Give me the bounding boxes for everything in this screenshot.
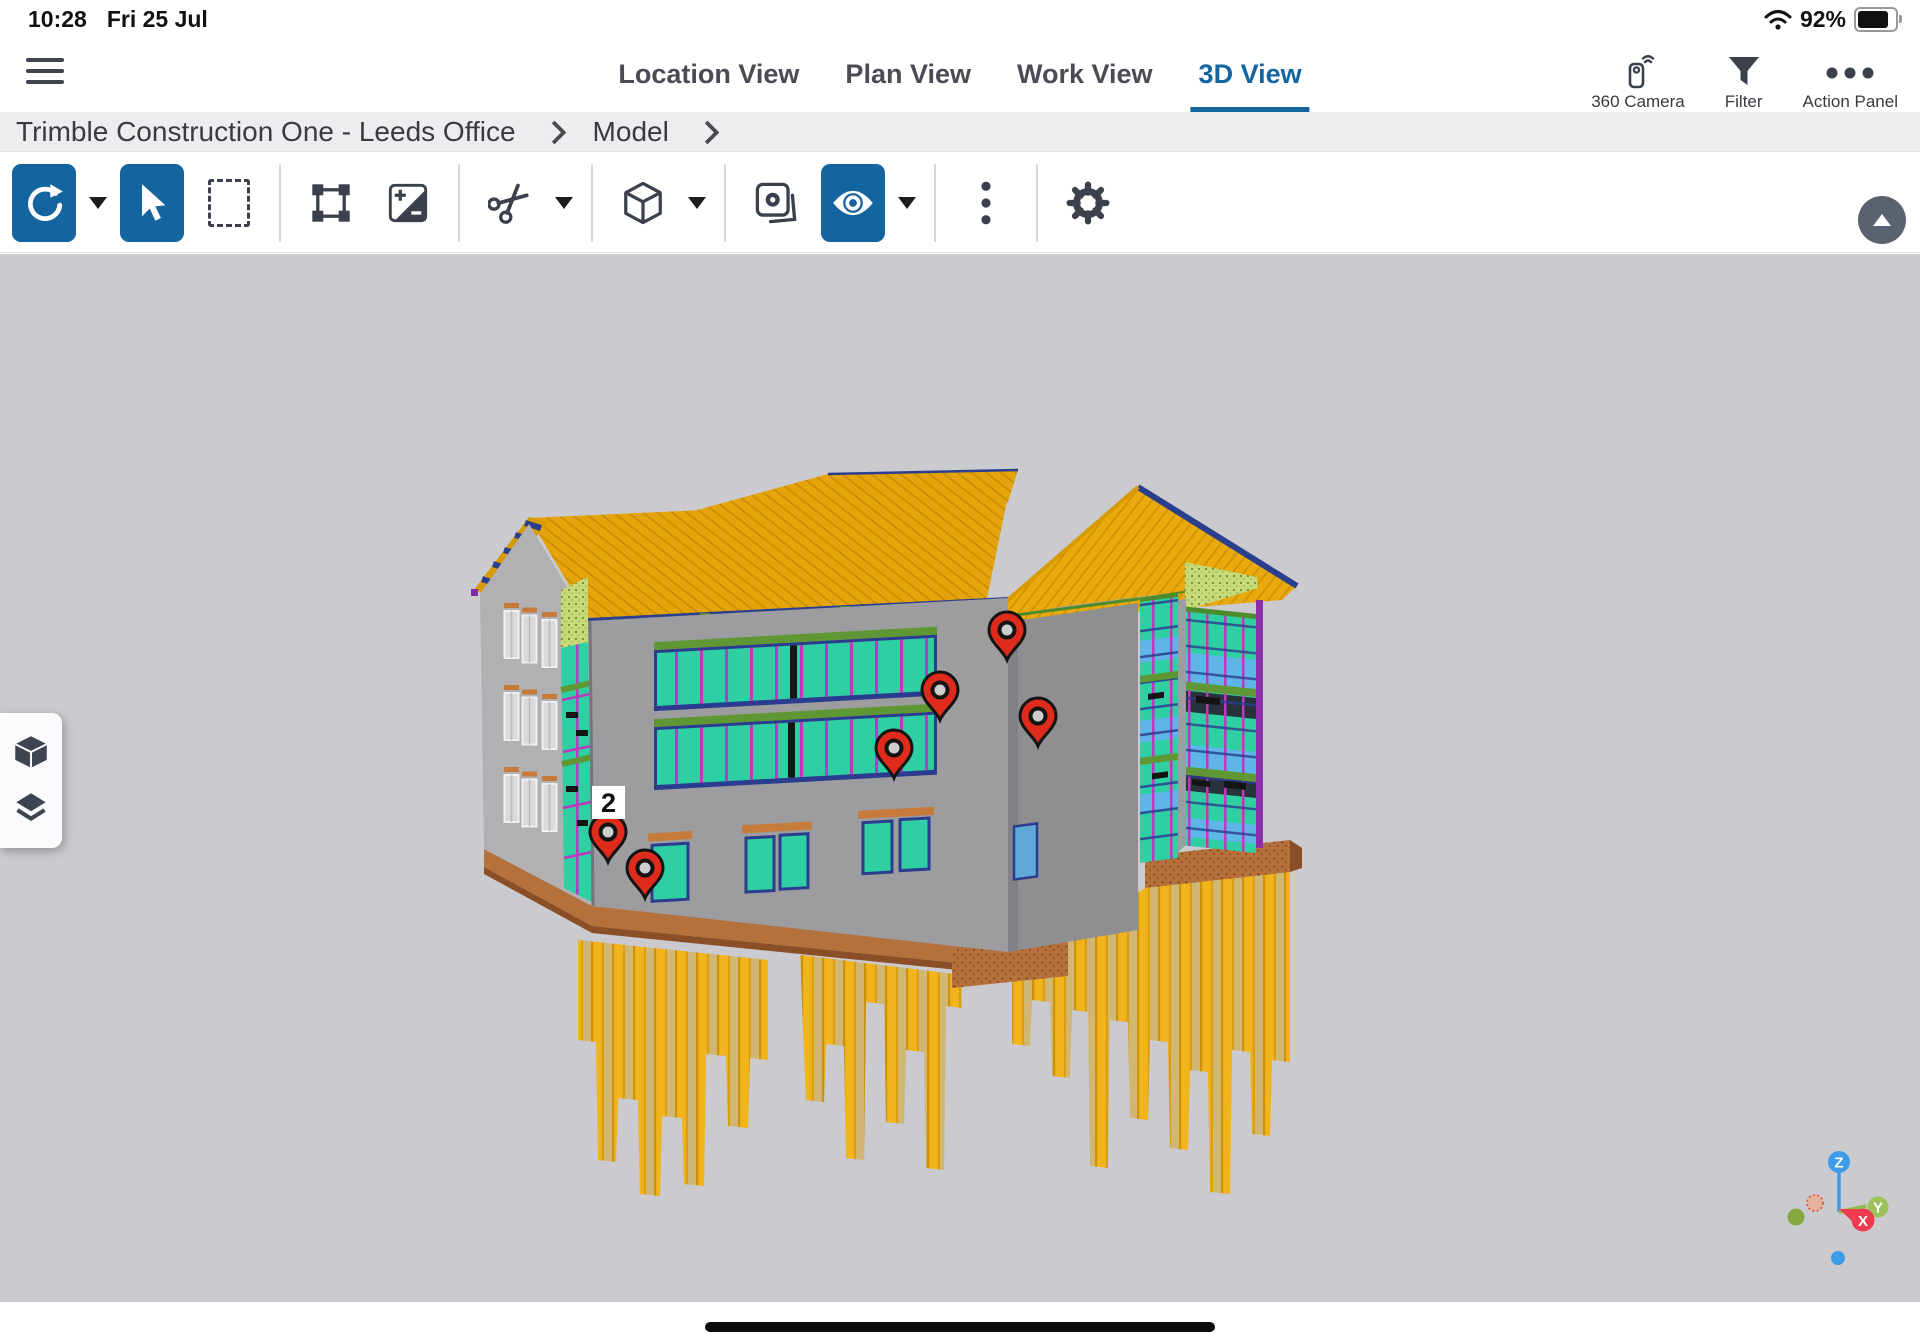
status-time: 10:28 [28, 6, 87, 33]
action-panel-button[interactable]: Action Panel [1803, 53, 1898, 112]
visibility-button[interactable] [821, 164, 885, 242]
visibility-dropdown-caret[interactable] [898, 197, 916, 209]
filter-button[interactable]: Filter [1725, 53, 1763, 112]
tab-work-view[interactable]: Work View [1017, 36, 1153, 112]
360-camera-icon [1620, 53, 1656, 89]
tab-plan-view[interactable]: Plan View [845, 36, 971, 112]
transform-tool-button[interactable] [299, 164, 363, 242]
exposure-icon [387, 182, 429, 224]
wifi-icon [1764, 9, 1792, 31]
tab-location-view[interactable]: Location View [618, 36, 799, 112]
viewer-side-panel [0, 713, 62, 848]
header-actions: 360 Camera Filter Action Panel [1591, 36, 1898, 116]
svg-text:2: 2 [601, 788, 616, 818]
chevron-right-icon [542, 120, 566, 144]
breadcrumb-model[interactable]: Model [593, 116, 669, 148]
select-tool-button[interactable] [120, 164, 184, 242]
home-indicator[interactable] [705, 1322, 1215, 1332]
marquee-icon [208, 179, 250, 227]
cube-solid-icon [13, 734, 49, 770]
marker-count-badge[interactable]: 2 [592, 786, 625, 819]
header: Location View Plan View Work View 3D Vie… [0, 36, 1920, 112]
ellipsis-icon [1822, 53, 1878, 89]
status-bar: 10:28 Fri 25 Jul 92% [0, 0, 1920, 36]
curtain-strip [1140, 593, 1178, 863]
3d-viewport[interactable]: 2 Z Y X [0, 254, 1920, 1302]
snapshot-icon [753, 180, 799, 226]
axis-ball-back[interactable] [1807, 1195, 1823, 1211]
orbit-icon [23, 182, 65, 224]
wing-curtain-wall [1184, 606, 1258, 853]
layers-icon [13, 791, 49, 827]
svg-text:Z: Z [1834, 1155, 1843, 1172]
axis-ball-bottom[interactable] [1831, 1251, 1845, 1265]
toolbar-collapse-button[interactable] [1858, 196, 1906, 244]
cut-section-button[interactable] [478, 164, 542, 242]
axis-ball-left[interactable] [1788, 1209, 1805, 1226]
breadcrumb-project[interactable]: Trimble Construction One - Leeds Office [16, 116, 516, 148]
view-cube-button[interactable] [611, 164, 675, 242]
gear-icon [1065, 180, 1111, 226]
svg-text:Y: Y [1873, 1200, 1883, 1217]
toolbar-separator [1036, 164, 1038, 242]
view-tabs: Location View Plan View Work View 3D Vie… [618, 36, 1301, 112]
marquee-select-button[interactable] [197, 164, 261, 242]
toolbar-separator [279, 164, 281, 242]
breadcrumb: Trimble Construction One - Leeds Office … [0, 112, 1920, 152]
battery-icon [1854, 7, 1898, 32]
wall-tower [1008, 603, 1138, 952]
cube-icon [621, 180, 665, 226]
svg-text:X: X [1858, 1213, 1868, 1230]
kebab-icon [979, 180, 993, 226]
more-options-button[interactable] [954, 164, 1018, 242]
3d-model-scene: 2 Z Y X [0, 254, 1920, 1302]
layers-button[interactable] [13, 791, 49, 827]
toolbar-separator [591, 164, 593, 242]
transform-icon [309, 181, 353, 225]
tab-3d-view[interactable]: 3D View [1199, 36, 1302, 112]
orbit-tool-button[interactable] [12, 164, 76, 242]
tower-door [1014, 823, 1037, 879]
toolbar [0, 153, 1920, 253]
models-button[interactable] [13, 734, 49, 770]
cut-section-dropdown-caret[interactable] [555, 197, 573, 209]
exposure-tool-button[interactable] [376, 164, 440, 242]
trimble-connect-app: 10:28 Fri 25 Jul 92% Location View Plan … [0, 0, 1920, 1334]
pile-group-center [800, 955, 962, 1170]
toolbar-separator [458, 164, 460, 242]
pile-cap-right-edge [1290, 840, 1302, 872]
triangle-up-icon [1873, 214, 1891, 226]
wing-corner-column [1256, 600, 1263, 848]
orbit-dropdown-caret[interactable] [89, 197, 107, 209]
view-cube-dropdown-caret[interactable] [688, 197, 706, 209]
cursor-icon [134, 183, 170, 223]
battery-percent: 92% [1800, 6, 1846, 33]
scissors-icon [488, 181, 532, 225]
eye-icon [831, 183, 875, 223]
menu-icon[interactable] [26, 54, 64, 88]
chevron-right-icon [695, 120, 719, 144]
gable-windows [504, 603, 557, 831]
status-date: Fri 25 Jul [107, 6, 208, 33]
settings-button[interactable] [1056, 164, 1120, 242]
axis-gizmo[interactable]: Z Y X [1788, 1151, 1889, 1265]
bottom-bar [0, 1302, 1920, 1334]
filter-icon [1726, 53, 1762, 89]
snapshot-button[interactable] [744, 164, 808, 242]
toolbar-separator [724, 164, 726, 242]
pile-group-left [578, 940, 768, 1196]
toolbar-separator [934, 164, 936, 242]
360-camera-button[interactable]: 360 Camera [1591, 53, 1685, 112]
